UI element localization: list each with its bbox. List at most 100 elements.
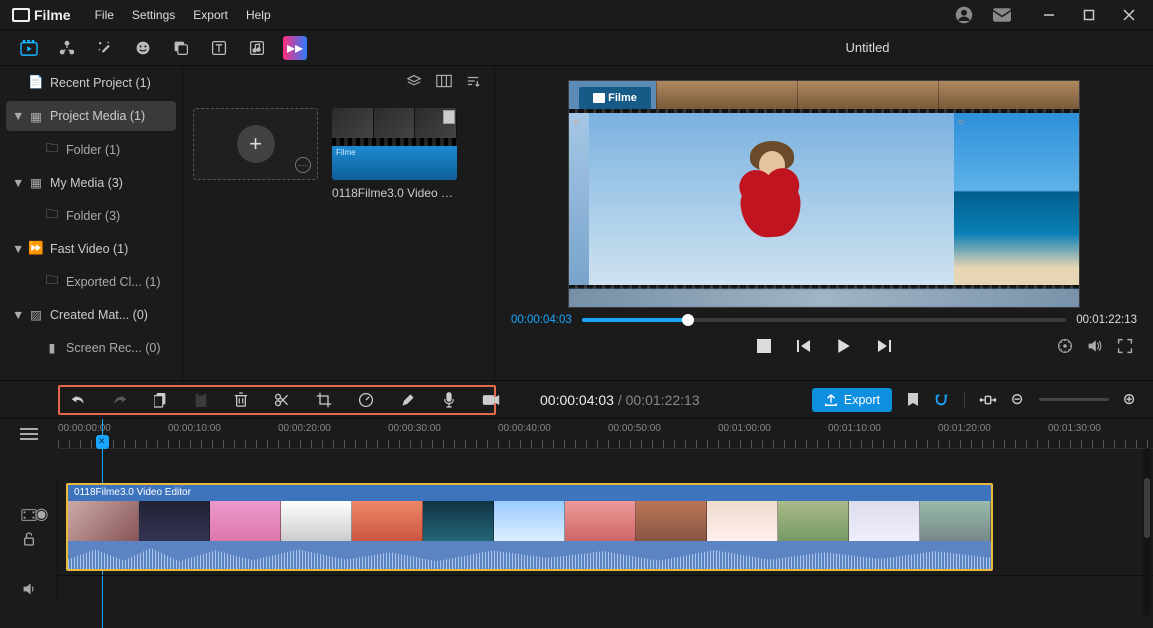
split-button[interactable] <box>274 391 290 409</box>
folder-icon: 🗀 <box>44 274 60 290</box>
tab-media-icon[interactable] <box>18 37 40 59</box>
main-menu: File Settings Export Help <box>95 8 271 22</box>
voiceover-button[interactable] <box>442 391 456 409</box>
visibility-icon[interactable]: ◉ <box>35 504 49 524</box>
edit-tools-group <box>58 385 496 415</box>
thumb-brand-label: Filme <box>336 148 356 157</box>
folder-icon: 🗀 <box>44 208 60 224</box>
sidebar-project-media[interactable]: ▼▦Project Media (1) <box>6 101 176 131</box>
export-button[interactable]: Export <box>812 388 892 412</box>
sidebar-fast-video[interactable]: ▼⏩Fast Video (1) <box>0 232 182 265</box>
menu-settings[interactable]: Settings <box>132 8 175 22</box>
zoom-in-icon[interactable] <box>1123 393 1137 407</box>
sidebar-label: Folder (3) <box>66 209 120 223</box>
lock-icon[interactable] <box>23 532 35 546</box>
sort-icon[interactable] <box>466 74 480 88</box>
preview-logo: Filme <box>579 87 651 109</box>
sidebar-label: Recent Project (1) <box>50 76 151 90</box>
media-clip-tile[interactable]: Filme 0118Filme3.0 Video Ed... <box>332 108 457 200</box>
more-icon[interactable]: ⋯ <box>295 157 311 173</box>
ruler-tick: 00:01:30:00 <box>1048 423 1101 434</box>
next-frame-button[interactable] <box>874 336 894 356</box>
titlebar: Filme File Settings Export Help <box>0 0 1153 30</box>
tab-effects-icon[interactable] <box>94 37 116 59</box>
vertical-scrollbar[interactable] <box>1143 448 1151 616</box>
columns-icon[interactable] <box>436 74 452 88</box>
sidebar-label: Project Media (1) <box>50 109 145 123</box>
menu-file[interactable]: File <box>95 8 114 22</box>
sidebar-label: Created Mat... (0) <box>50 308 148 322</box>
tab-transition-icon[interactable]: ▸▸ <box>284 37 306 59</box>
record-button[interactable] <box>482 391 500 409</box>
import-media-tile[interactable]: + ⋯ <box>193 108 318 180</box>
scrubber-handle[interactable] <box>682 314 694 326</box>
window-maximize[interactable] <box>1071 2 1107 28</box>
library-view-toolbar <box>183 66 494 96</box>
copy-button[interactable] <box>154 391 168 409</box>
tab-text-icon[interactable] <box>208 37 230 59</box>
delete-button[interactable] <box>234 391 248 409</box>
volume-icon[interactable] <box>1087 338 1103 354</box>
app-logo: Filme <box>12 7 71 23</box>
fit-icon[interactable] <box>979 394 997 406</box>
sidebar-recent-project[interactable]: 📄Recent Project (1) <box>0 66 182 99</box>
zoom-slider[interactable] <box>1039 398 1109 401</box>
settings-gear-icon[interactable] <box>1057 338 1073 354</box>
preview-time-current: 00:00:04:03 <box>511 314 572 326</box>
media-clip-name: 0118Filme3.0 Video Ed... <box>332 186 457 200</box>
tab-overlay-icon[interactable] <box>170 37 192 59</box>
speed-button[interactable] <box>358 391 374 409</box>
layers-icon[interactable] <box>406 74 422 88</box>
preview-scrubber[interactable] <box>582 318 1066 322</box>
grid-icon: ▦ <box>28 108 44 124</box>
library-sidebar: 📄Recent Project (1) ▼▦Project Media (1) … <box>0 66 183 380</box>
audio-track[interactable] <box>58 575 1153 603</box>
sidebar-project-folder[interactable]: 🗀Folder (1) <box>0 133 182 166</box>
play-button[interactable] <box>834 336 854 356</box>
marker-icon[interactable] <box>906 392 920 408</box>
app-name: Filme <box>34 7 71 23</box>
grid-icon: ▦ <box>28 175 44 191</box>
paste-button[interactable] <box>194 391 208 409</box>
sidebar-my-media[interactable]: ▼▦My Media (3) <box>0 166 182 199</box>
tab-nodes-icon[interactable] <box>56 37 78 59</box>
sidebar-label: Fast Video (1) <box>50 242 128 256</box>
ruler-tick: 00:01:00:00 <box>718 423 771 434</box>
ruler-tick: 00:00:50:00 <box>608 423 661 434</box>
zoom-out-icon[interactable] <box>1011 393 1025 407</box>
speaker-icon[interactable] <box>22 582 36 596</box>
prev-frame-button[interactable] <box>794 336 814 356</box>
tab-audio-icon[interactable] <box>246 37 268 59</box>
timeline-menu-icon[interactable] <box>0 419 58 449</box>
sidebar-created-materials[interactable]: ▼▨Created Mat... (0) <box>0 298 182 331</box>
snap-icon[interactable] <box>934 393 950 407</box>
ruler-tick: 00:00:10:00 <box>168 423 221 434</box>
sidebar-my-folder[interactable]: 🗀 Folder (3) <box>0 199 182 232</box>
stop-button[interactable] <box>754 336 774 356</box>
window-minimize[interactable] <box>1031 2 1067 28</box>
account-icon[interactable] <box>951 2 977 28</box>
menu-help[interactable]: Help <box>246 8 271 22</box>
menu-export[interactable]: Export <box>193 8 228 22</box>
preview-monitor[interactable]: Filme <box>568 80 1080 308</box>
fast-icon: ⏩ <box>28 241 44 257</box>
timeline-ruler[interactable]: 00:00:00:00 00:00:10:00 00:00:20:00 00:0… <box>58 419 1153 449</box>
sidebar-label: Folder (1) <box>66 143 120 157</box>
video-track[interactable]: 0118Filme3.0 Video Editor <box>58 479 1153 575</box>
redo-button[interactable] <box>112 391 128 409</box>
timeline: 00:00:00:00 00:00:10:00 00:00:20:00 00:0… <box>0 418 1153 628</box>
sidebar-exported[interactable]: 🗀Exported Cl... (1) <box>0 265 182 298</box>
clip-name-label: 0118Filme3.0 Video Editor <box>68 485 991 501</box>
sidebar-screen-rec[interactable]: ▮Screen Rec... (0) <box>0 331 182 364</box>
video-track-header: ◉ <box>0 479 58 575</box>
timeline-clip[interactable]: 0118Filme3.0 Video Editor <box>66 483 993 571</box>
crop-button[interactable] <box>316 391 332 409</box>
fullscreen-icon[interactable] <box>1117 338 1133 354</box>
window-close[interactable] <box>1111 2 1147 28</box>
tab-stickers-icon[interactable] <box>132 37 154 59</box>
ruler-tick: 00:01:10:00 <box>828 423 881 434</box>
undo-button[interactable] <box>70 391 86 409</box>
color-edit-button[interactable] <box>400 391 416 409</box>
mail-icon[interactable] <box>989 2 1015 28</box>
mode-tabs: ▸▸ Untitled <box>0 30 1153 66</box>
